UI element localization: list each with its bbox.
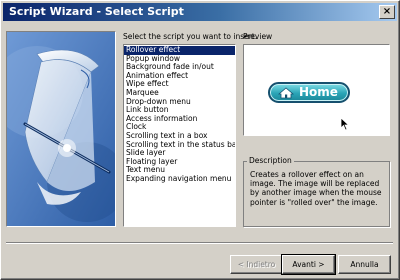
close-icon: × [382,6,392,17]
house-icon [278,87,294,99]
description-label: Description [247,156,294,165]
next-button[interactable]: Avanti > [281,254,336,275]
back-button[interactable]: < Indietro [230,255,283,274]
wizard-art-graphic [7,32,115,226]
preview-label: Preview [243,32,273,41]
window-title: Script Wizard - Select Script [9,5,184,18]
cancel-button[interactable]: Annulla [338,255,391,274]
list-prompt: Select the script you want to insert. [123,32,258,41]
arrow-cursor-icon [340,117,350,131]
home-button-label: Home [299,85,338,99]
preview-home-button[interactable]: Home [268,82,350,103]
description-text: Creates a rollover effect on an image. T… [250,170,382,207]
close-button[interactable]: × [379,5,395,19]
wizard-illustration [6,31,116,227]
button-separator [6,242,393,244]
script-wizard-window: Script Wizard - Select Script × Select t… [0,0,400,280]
script-list[interactable]: Rollover effect Popup window Background fa… [123,44,236,227]
preview-pane: Home [243,44,390,136]
script-list-item[interactable]: Expanding navigation menu [124,174,235,184]
title-bar[interactable]: Script Wizard - Select Script × [3,3,397,21]
